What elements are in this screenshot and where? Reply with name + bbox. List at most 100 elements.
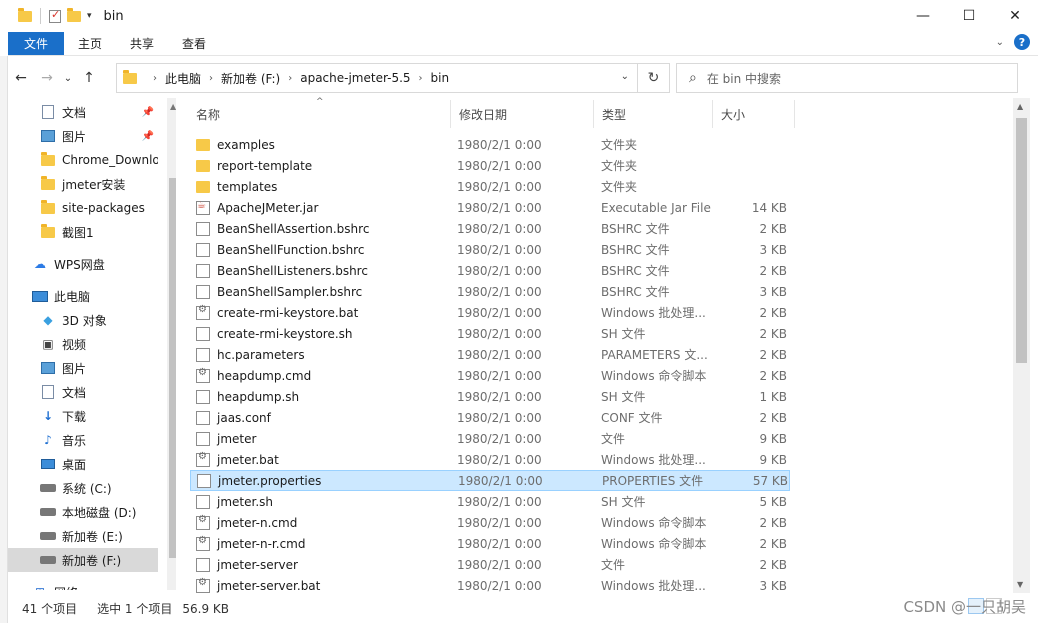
nav-item-label: 音乐 [62, 433, 87, 448]
file-row[interactable]: examples 1980/2/1 0:00 文件夹 [190, 134, 790, 155]
column-header-date[interactable]: 修改日期 [451, 100, 594, 128]
nav-item-label: 新加卷 (F:) [62, 553, 122, 568]
help-icon[interactable]: ? [1014, 34, 1030, 50]
file-name: BeanShellAssertion.bshrc [196, 221, 369, 236]
file-row[interactable]: jmeter-n-r.cmd 1980/2/1 0:00 Windows 命令脚本 2… [190, 533, 790, 554]
address-dropdown-chevron-icon[interactable]: ⌄ [621, 71, 629, 82]
file-row[interactable]: jmeter-n.cmd 1980/2/1 0:00 Windows 命令脚本 2 K… [190, 512, 790, 533]
nav-item-documents-quick[interactable]: 文档 📌 [8, 100, 158, 124]
folder-icon [40, 223, 56, 240]
up-arrow-icon[interactable]: ↑ [76, 70, 102, 86]
nav-item-wps-cloud[interactable]: ☁ WPS网盘 [8, 252, 158, 276]
tab-share[interactable]: 共享 [116, 32, 168, 55]
file-row[interactable]: jmeter-server.bat 1980/2/1 0:00 Windows 批处… [190, 575, 790, 596]
file-type: CONF 文件 [601, 411, 663, 425]
nav-scrollbar[interactable]: ▲ [167, 98, 176, 590]
scroll-up-icon[interactable]: ▲ [170, 102, 176, 111]
file-size: 2 KB [759, 410, 787, 425]
properties-icon[interactable] [49, 8, 61, 23]
file-row[interactable]: BeanShellSampler.bshrc 1980/2/1 0:00 BSHRC… [190, 281, 790, 302]
file-row[interactable]: jmeter.sh 1980/2/1 0:00 SH 文件 5 KB [190, 491, 790, 512]
file-row[interactable]: create-rmi-keystore.bat 1980/2/1 0:00 Wind… [190, 302, 790, 323]
nav-item-desktop[interactable]: 桌面 [8, 452, 158, 476]
breadcrumb-chevron-icon[interactable]: › [288, 73, 292, 84]
file-size: 2 KB [759, 326, 787, 341]
nav-item-chrome-downloads[interactable]: Chrome_Downloads [8, 148, 158, 172]
tab-home[interactable]: 主页 [64, 32, 116, 55]
minimize-button[interactable]: — [900, 0, 946, 32]
tab-view[interactable]: 查看 [168, 32, 220, 55]
nav-item-site-packages[interactable]: site-packages [8, 196, 158, 220]
customize-toolbar-chevron-icon[interactable]: ▾ [87, 11, 92, 21]
nav-item-screenshot1[interactable]: 截图1 [8, 220, 158, 244]
nav-item-this-pc[interactable]: 此电脑 [8, 284, 158, 308]
file-row[interactable]: jmeter 1980/2/1 0:00 文件 9 KB [190, 428, 790, 449]
nav-item-documents[interactable]: 文档 [8, 380, 158, 404]
tab-file[interactable]: 文件 [8, 32, 65, 55]
nav-item-downloads[interactable]: ↓ 下载 [8, 404, 158, 428]
search-input[interactable]: ⌕ 在 bin 中搜索 [676, 63, 1018, 93]
file-row[interactable]: ApacheJMeter.jar 1980/2/1 0:00 Executable … [190, 197, 790, 218]
file-row[interactable]: BeanShellFunction.bshrc 1980/2/1 0:00 BSHR… [190, 239, 790, 260]
expand-ribbon-chevron-icon[interactable]: ⌄ [996, 37, 1004, 48]
file-name: ApacheJMeter.jar [196, 200, 318, 215]
pin-icon[interactable]: 📌 [142, 107, 154, 118]
breadcrumb-chevron-icon[interactable]: › [419, 73, 423, 84]
file-row[interactable]: templates 1980/2/1 0:00 文件夹 [190, 176, 790, 197]
refresh-button[interactable]: ↻ [637, 64, 669, 92]
file-list-scrollbar[interactable]: ▲ ▼ [1013, 98, 1030, 593]
file-name-text: BeanShellFunction.bshrc [217, 242, 365, 257]
breadcrumb-bin[interactable]: bin [431, 71, 450, 85]
forward-arrow-icon[interactable]: → [34, 70, 60, 86]
nav-item-jmeter-install[interactable]: jmeter安装 [8, 172, 158, 196]
nav-item-videos[interactable]: ▣ 视频 [8, 332, 158, 356]
recent-locations-chevron-icon[interactable]: ⌄ [60, 73, 76, 84]
navigation-pane: 文档 📌 图片 📌 Chrome_Downloads jmeter安装 site… [8, 98, 176, 590]
file-row[interactable]: jmeter.bat 1980/2/1 0:00 Windows 批处理... 9 K… [190, 449, 790, 470]
nav-item-drive-e[interactable]: 新加卷 (E:) [8, 524, 158, 548]
address-bar[interactable]: › 此电脑 › 新加卷 (F:) › apache-jmeter-5.5 › b… [116, 63, 670, 93]
back-arrow-icon[interactable]: ← [8, 70, 34, 86]
nav-item-3d-objects[interactable]: ◆ 3D 对象 [8, 308, 158, 332]
file-row[interactable]: jmeter.properties 1980/2/1 0:00 PROPERTIES… [190, 470, 790, 491]
scroll-down-icon[interactable]: ▼ [1017, 580, 1023, 589]
file-row[interactable]: hc.parameters 1980/2/1 0:00 PARAMETERS 文..… [190, 344, 790, 365]
nav-item-label: 桌面 [62, 457, 87, 472]
file-row[interactable]: BeanShellAssertion.bshrc 1980/2/1 0:00 BSH… [190, 218, 790, 239]
file-name-text: BeanShellSampler.bshrc [217, 284, 363, 299]
column-header-name[interactable]: 名称 [188, 100, 451, 128]
breadcrumb-jmeter[interactable]: apache-jmeter-5.5 [300, 71, 410, 85]
file-list-scrollbar-thumb[interactable] [1016, 118, 1027, 363]
nav-item-pictures-quick[interactable]: 图片 📌 [8, 124, 158, 148]
nav-item-music[interactable]: ♪ 音乐 [8, 428, 158, 452]
file-row[interactable]: report-template 1980/2/1 0:00 文件夹 [190, 155, 790, 176]
file-name-text: jaas.conf [217, 410, 271, 425]
nav-item-network[interactable]: ⊞ 网络 [8, 580, 158, 590]
file-row[interactable]: jaas.conf 1980/2/1 0:00 CONF 文件 2 KB [190, 407, 790, 428]
nav-item-drive-c[interactable]: 系统 (C:) [8, 476, 158, 500]
nav-item-label: 文档 [62, 105, 87, 120]
scroll-up-icon[interactable]: ▲ [1017, 102, 1023, 111]
nav-item-pictures[interactable]: 图片 [8, 356, 158, 380]
file-row[interactable]: jmeter-server 1980/2/1 0:00 文件 2 KB [190, 554, 790, 575]
folder-icon[interactable] [18, 7, 32, 22]
file-row[interactable]: heapdump.sh 1980/2/1 0:00 SH 文件 1 KB [190, 386, 790, 407]
search-placeholder: 在 bin 中搜索 [706, 71, 782, 86]
file-row[interactable]: BeanShellListeners.bshrc 1980/2/1 0:00 BSH… [190, 260, 790, 281]
maximize-button[interactable]: ☐ [946, 0, 992, 32]
nav-item-drive-d[interactable]: 本地磁盘 (D:) [8, 500, 158, 524]
file-row[interactable]: create-rmi-keystore.sh 1980/2/1 0:00 SH 文件… [190, 323, 790, 344]
music-icon: ♪ [44, 433, 52, 447]
new-folder-icon[interactable] [67, 7, 81, 22]
nav-item-label: Chrome_Downloads [62, 153, 158, 167]
close-button[interactable]: ✕ [992, 0, 1038, 32]
breadcrumb-chevron-icon[interactable]: › [209, 73, 213, 84]
breadcrumb-drive-f[interactable]: 新加卷 (F:) [221, 70, 280, 87]
file-row[interactable]: heapdump.cmd 1980/2/1 0:00 Windows 命令脚本 2 K… [190, 365, 790, 386]
nav-item-drive-f[interactable]: 新加卷 (F:) [8, 548, 158, 572]
breadcrumb-this-pc[interactable]: 此电脑 [165, 70, 201, 87]
pin-icon[interactable]: 📌 [142, 131, 154, 142]
column-header-type[interactable]: 类型 [594, 100, 713, 128]
column-header-size[interactable]: 大小 [713, 100, 795, 128]
nav-scrollbar-thumb[interactable] [169, 178, 176, 558]
